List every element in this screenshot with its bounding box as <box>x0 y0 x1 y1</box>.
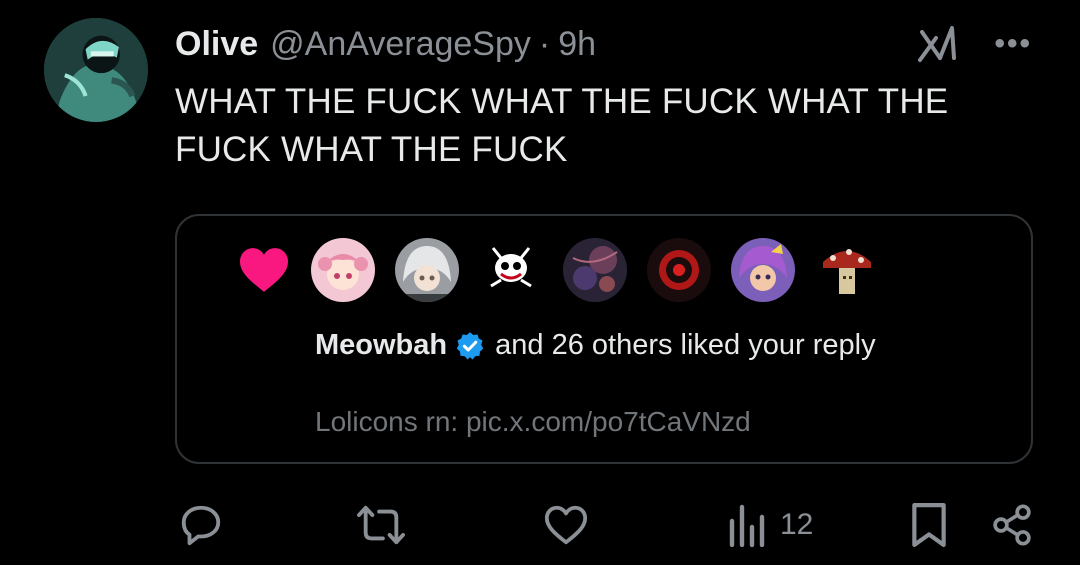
liker-avatar[interactable] <box>395 238 459 302</box>
liker-avatar[interactable] <box>731 238 795 302</box>
replied-tweet-text: Lolicons rn: pic.x.com/po7tCaVNzd <box>315 406 751 437</box>
retweet-icon[interactable] <box>355 500 407 550</box>
like-icon[interactable] <box>543 500 589 550</box>
author-display-name[interactable]: Olive <box>175 25 258 64</box>
tweet: Olive @AnAverageSpy · 9h ••• WHAT THE FU… <box>0 0 1080 565</box>
like-summary-text: and 26 others liked your reply <box>495 329 876 361</box>
heart-icon <box>237 246 291 294</box>
author-avatar-image <box>44 18 148 122</box>
reply-icon[interactable] <box>178 500 224 550</box>
grok-icon[interactable] <box>916 24 960 64</box>
liker-avatar[interactable] <box>311 238 375 302</box>
notification-card[interactable]: Meowbah and 26 others liked your reply L… <box>175 214 1033 464</box>
liker-avatar-row <box>237 238 879 302</box>
tweet-timestamp[interactable]: 9h <box>558 25 596 64</box>
liker-avatar[interactable] <box>815 238 879 302</box>
tweet-top-icons: ••• <box>916 22 1032 66</box>
liker-avatar[interactable] <box>563 238 627 302</box>
header-separator: · <box>538 24 551 63</box>
author-avatar[interactable] <box>44 18 148 122</box>
liker-name[interactable]: Meowbah <box>315 329 447 362</box>
like-summary: Meowbah and 26 others liked your reply <box>315 329 876 362</box>
views-icon <box>728 503 768 547</box>
liker-avatar[interactable] <box>479 238 543 302</box>
author-handle[interactable]: @AnAverageSpy <box>270 25 531 64</box>
tweet-header: Olive @AnAverageSpy · 9h <box>175 22 596 66</box>
more-icon[interactable]: ••• <box>994 29 1032 59</box>
liker-avatar[interactable] <box>647 238 711 302</box>
tweet-actions: 12 <box>0 500 1080 550</box>
bookmark-icon[interactable] <box>910 500 948 550</box>
share-icon[interactable] <box>990 500 1034 550</box>
verified-badge-icon <box>455 331 485 361</box>
tweet-text: WHAT THE FUCK WHAT THE FUCK WHAT THE FUC… <box>175 82 949 169</box>
view-count: 12 <box>780 508 814 541</box>
views-button[interactable]: 12 <box>728 500 813 550</box>
